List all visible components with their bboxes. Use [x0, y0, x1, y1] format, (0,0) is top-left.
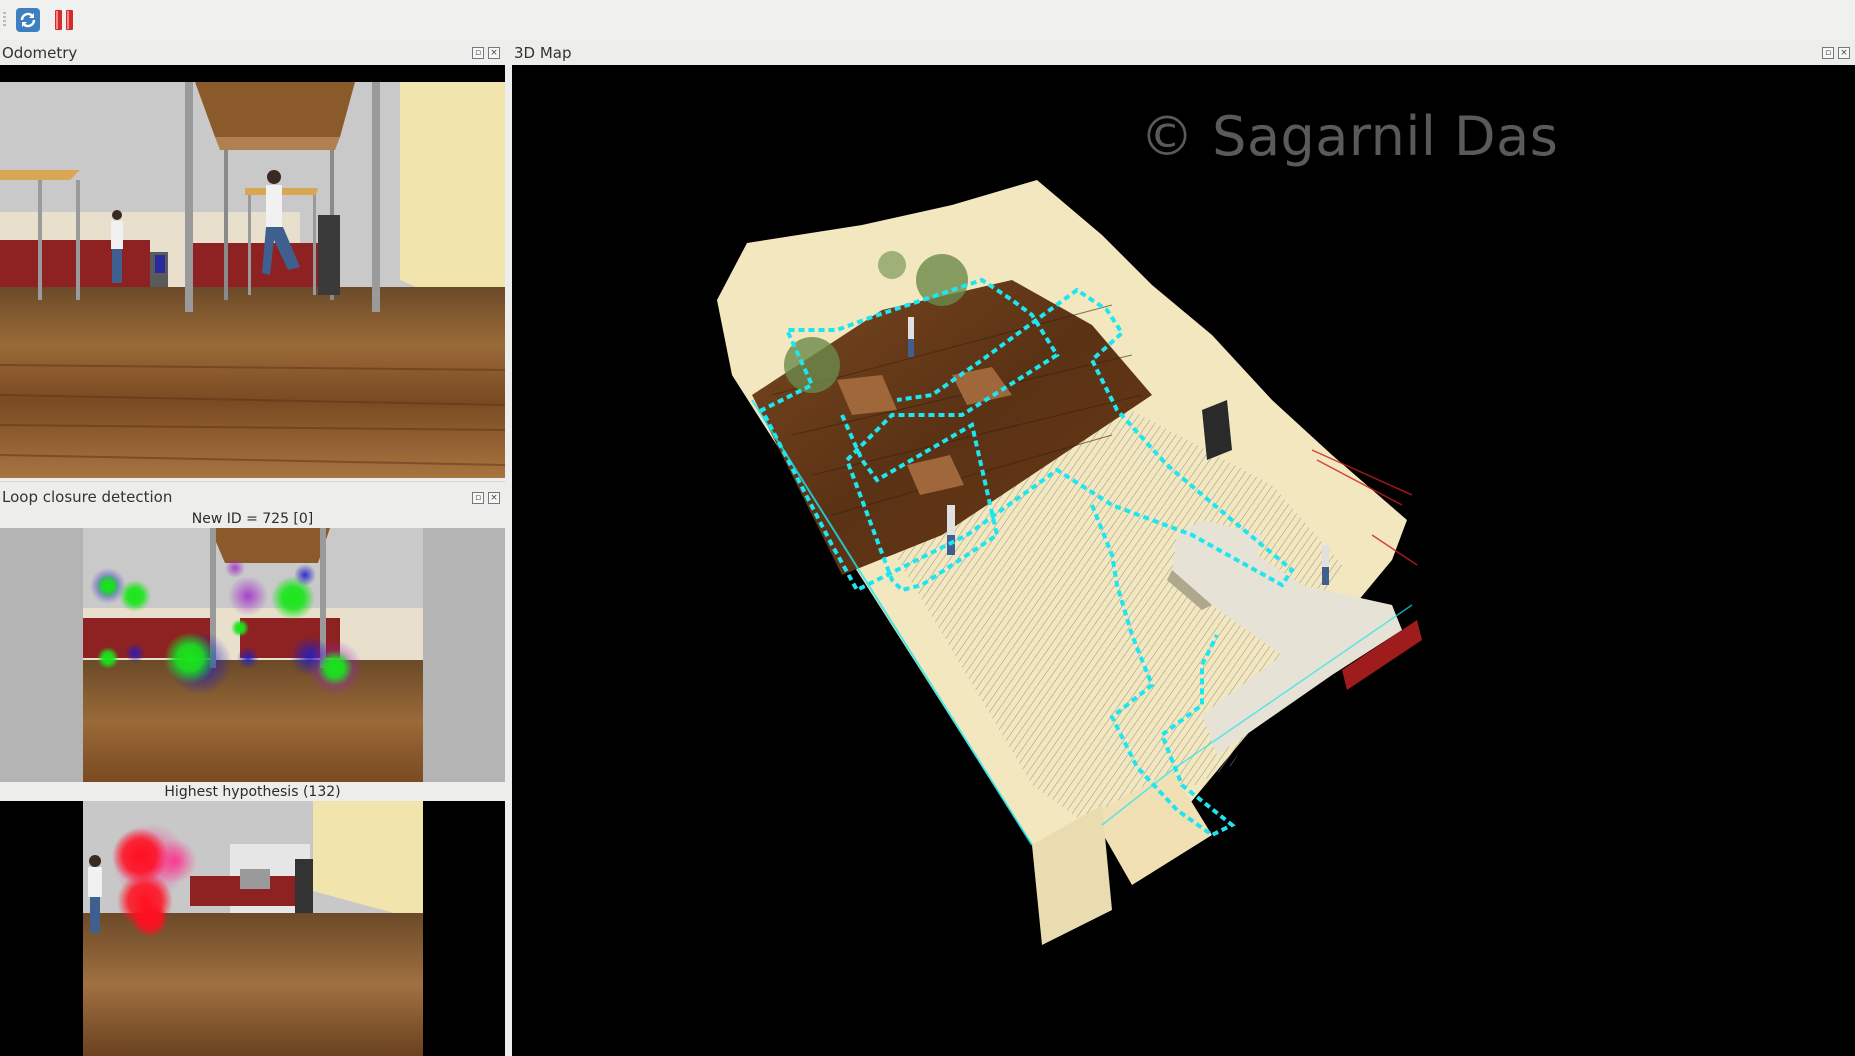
float-icon[interactable]: ▫ — [472, 47, 484, 59]
odometry-dock-buttons: ▫ × — [472, 47, 500, 59]
close-icon[interactable]: × — [1838, 47, 1850, 59]
close-icon[interactable]: × — [488, 47, 500, 59]
loop-closure-dock-buttons: ▫ × — [472, 492, 500, 504]
point-cloud-map — [717, 180, 1422, 945]
map3d-dock-buttons: ▫ × — [1822, 47, 1850, 59]
new-id-caption: New ID = 725 [0] — [191, 511, 314, 527]
new-image-view — [0, 528, 505, 782]
main-toolbar — [0, 0, 1855, 40]
loop-closure-title: Loop closure detection — [2, 488, 173, 506]
watermark-text: © Sagarnil Das — [1140, 105, 1559, 168]
odometry-title: Odometry — [2, 44, 78, 62]
pause-icon[interactable] — [50, 6, 78, 34]
dock-splitter[interactable] — [505, 42, 512, 1056]
toolbar-grip-icon[interactable] — [3, 12, 6, 28]
odometry-camera-image — [0, 82, 505, 478]
loop-closure-separator — [0, 481, 505, 482]
float-icon[interactable]: ▫ — [472, 492, 484, 504]
refresh-icon[interactable] — [14, 6, 42, 34]
new-image-with-features — [83, 528, 423, 782]
hypothesis-image-view — [0, 801, 505, 1056]
hypothesis-image-with-features — [83, 801, 423, 1056]
float-icon[interactable]: ▫ — [1822, 47, 1834, 59]
hypothesis-caption: Highest hypothesis (132) — [164, 784, 341, 800]
map3d-viewport[interactable]: © Sagarnil Das — [512, 65, 1855, 1056]
close-icon[interactable]: × — [488, 492, 500, 504]
map3d-title: 3D Map — [514, 44, 572, 62]
odometry-view — [0, 65, 505, 478]
